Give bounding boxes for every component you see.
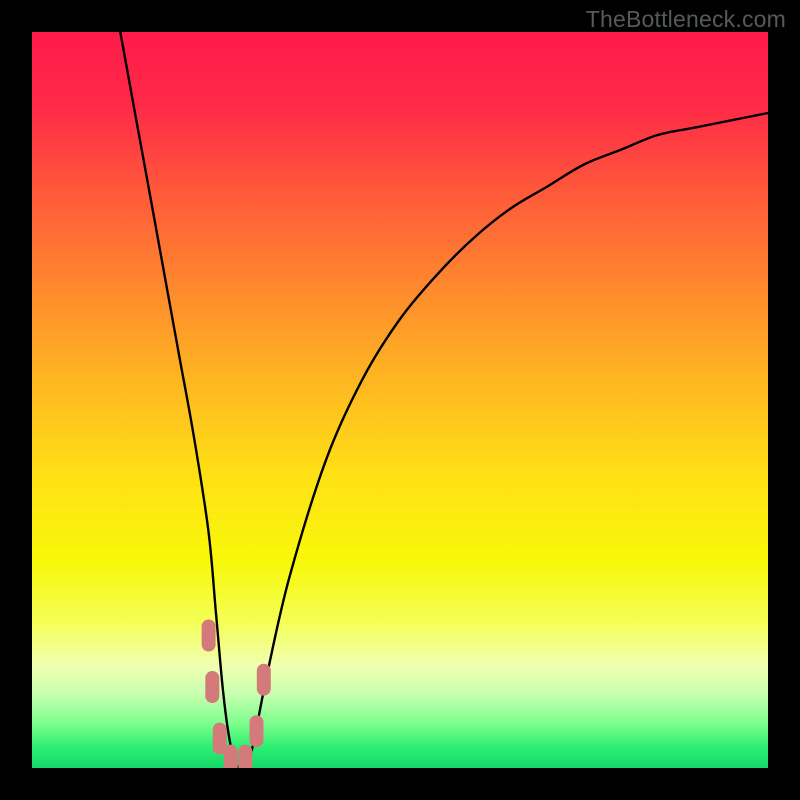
curve-marker	[205, 671, 219, 703]
curve-marker	[224, 745, 238, 768]
curve-marker	[250, 715, 264, 747]
curve-marker	[257, 664, 271, 696]
watermark-text: TheBottleneck.com	[586, 6, 786, 33]
plot-area	[32, 32, 768, 768]
chart-frame: TheBottleneck.com	[0, 0, 800, 800]
curve-marker	[238, 745, 252, 768]
curve-marker	[202, 620, 216, 652]
bottleneck-curve	[32, 32, 768, 768]
